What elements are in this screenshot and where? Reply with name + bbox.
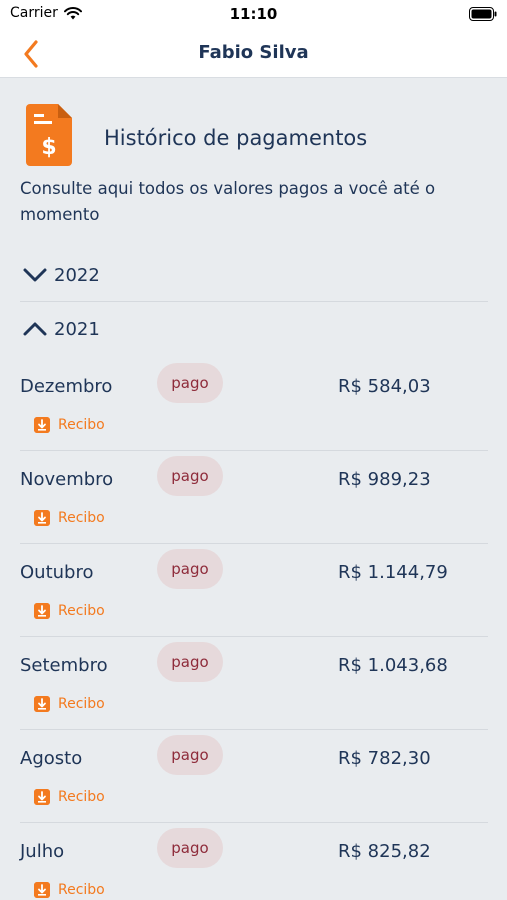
receipt-label: Recibo (58, 603, 105, 619)
divider (20, 301, 488, 302)
year-label: 2021 (54, 318, 100, 340)
receipt-label: Recibo (58, 696, 105, 712)
nav-title: Fabio Silva (198, 42, 309, 63)
payment-row: Agosto pago R$ 782,30 Recibo (20, 730, 488, 823)
payment-row: Novembro pago R$ 989,23 Recibo (20, 451, 488, 544)
receipt-download-link[interactable]: Recibo (34, 882, 105, 898)
receipt-download-link[interactable]: Recibo (34, 789, 105, 805)
download-icon (34, 789, 50, 805)
chevron-up-icon (23, 322, 47, 336)
receipt-label: Recibo (58, 417, 105, 433)
amount-value: R$ 989,23 (338, 469, 431, 490)
payment-row: Julho pago R$ 825,82 Recibo (20, 823, 488, 900)
invoice-dollar-icon: $ (26, 104, 72, 166)
amount-value: R$ 825,82 (338, 841, 431, 862)
status-badge: pago (157, 549, 223, 589)
status-badge: pago (157, 642, 223, 682)
page-title: Histórico de pagamentos (104, 126, 368, 150)
status-badge: pago (157, 363, 223, 403)
download-icon (34, 882, 50, 898)
year-toggle-2022[interactable]: 2022 (20, 249, 488, 301)
status-badge: pago (157, 735, 223, 775)
chevron-down-icon (23, 268, 47, 282)
month-label: Dezembro (20, 376, 113, 397)
month-label: Outubro (20, 562, 94, 583)
receipt-download-link[interactable]: Recibo (34, 696, 105, 712)
navigation-bar: Fabio Silva (0, 30, 507, 78)
download-icon (34, 510, 50, 526)
svg-text:$: $ (41, 135, 56, 160)
month-label: Julho (20, 841, 65, 862)
status-bar: Carrier 11:10 (0, 0, 507, 30)
receipt-download-link[interactable]: Recibo (34, 417, 105, 433)
amount-value: R$ 584,03 (338, 376, 431, 397)
amount-value: R$ 1.043,68 (338, 655, 448, 676)
receipt-download-link[interactable]: Recibo (34, 603, 105, 619)
status-time: 11:10 (229, 5, 278, 23)
receipt-download-link[interactable]: Recibo (34, 510, 105, 526)
download-icon (34, 417, 50, 433)
month-label: Agosto (20, 748, 83, 769)
payments-screen: $ Histórico de pagamentos Consulte aqui … (0, 79, 507, 900)
download-icon (34, 696, 50, 712)
year-label: 2022 (54, 264, 100, 286)
payment-row: Outubro pago R$ 1.144,79 Recibo (20, 544, 488, 637)
status-badge: pago (157, 456, 223, 496)
intro-description: Consulte aqui todos os valores pagos a v… (20, 179, 436, 224)
receipt-label: Recibo (58, 789, 105, 805)
receipt-label: Recibo (58, 510, 105, 526)
download-icon (34, 603, 50, 619)
status-badge: pago (157, 828, 223, 868)
payment-row: Dezembro pago R$ 584,03 Recibo (20, 358, 488, 451)
amount-value: R$ 782,30 (338, 748, 431, 769)
history-header: $ Histórico de pagamentos (20, 104, 490, 170)
month-label: Setembro (20, 655, 108, 676)
year-toggle-2021[interactable]: 2021 (20, 303, 488, 355)
battery-icon (469, 7, 497, 21)
amount-value: R$ 1.144,79 (338, 562, 448, 583)
month-label: Novembro (20, 469, 114, 490)
payment-row: Setembro pago R$ 1.043,68 Recibo (20, 637, 488, 730)
receipt-label: Recibo (58, 882, 105, 898)
